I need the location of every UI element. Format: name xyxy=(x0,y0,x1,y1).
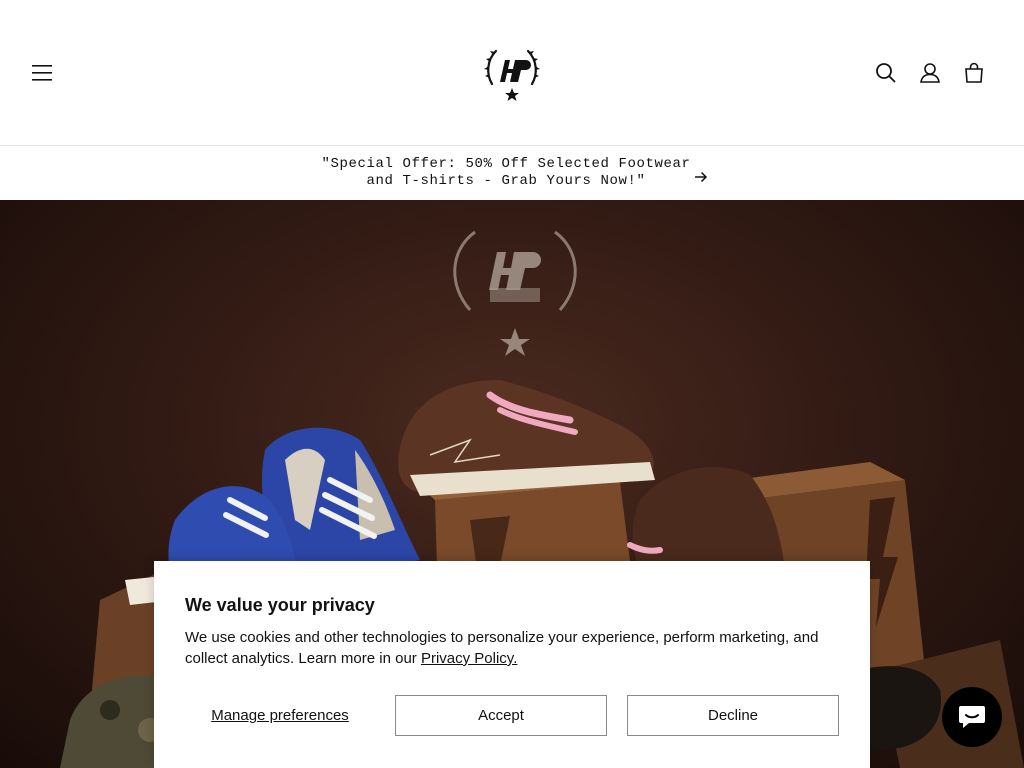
arrow-right-icon xyxy=(694,171,708,189)
account-icon[interactable] xyxy=(915,58,945,88)
hamburger-icon[interactable] xyxy=(27,58,57,88)
hero-logo-letters xyxy=(489,252,541,356)
announcement-text: "Special Offer: 50% Off Selected Footwea… xyxy=(321,156,691,189)
cookie-consent-banner: We value your privacy We use cookies and… xyxy=(154,561,870,768)
consent-body: We use cookies and other technologies to… xyxy=(185,629,819,667)
accept-button[interactable]: Accept xyxy=(395,695,607,736)
decline-button[interactable]: Decline xyxy=(627,695,839,736)
announcement-link[interactable]: "Special Offer: 50% Off Selected Footwea… xyxy=(316,156,708,190)
chat-bubble-icon xyxy=(959,706,985,728)
cart-icon[interactable] xyxy=(959,58,989,88)
manage-preferences-button[interactable]: Manage preferences xyxy=(185,695,375,736)
brown-shoe xyxy=(398,380,655,496)
brand-logo[interactable] xyxy=(478,38,546,106)
chat-button[interactable] xyxy=(942,687,1002,747)
site-header xyxy=(0,0,1024,146)
announcement-bar: "Special Offer: 50% Off Selected Footwea… xyxy=(0,146,1024,200)
privacy-policy-link[interactable]: Privacy Policy. xyxy=(421,650,517,667)
consent-title: We value your privacy xyxy=(185,595,375,615)
search-icon[interactable] xyxy=(871,58,901,88)
